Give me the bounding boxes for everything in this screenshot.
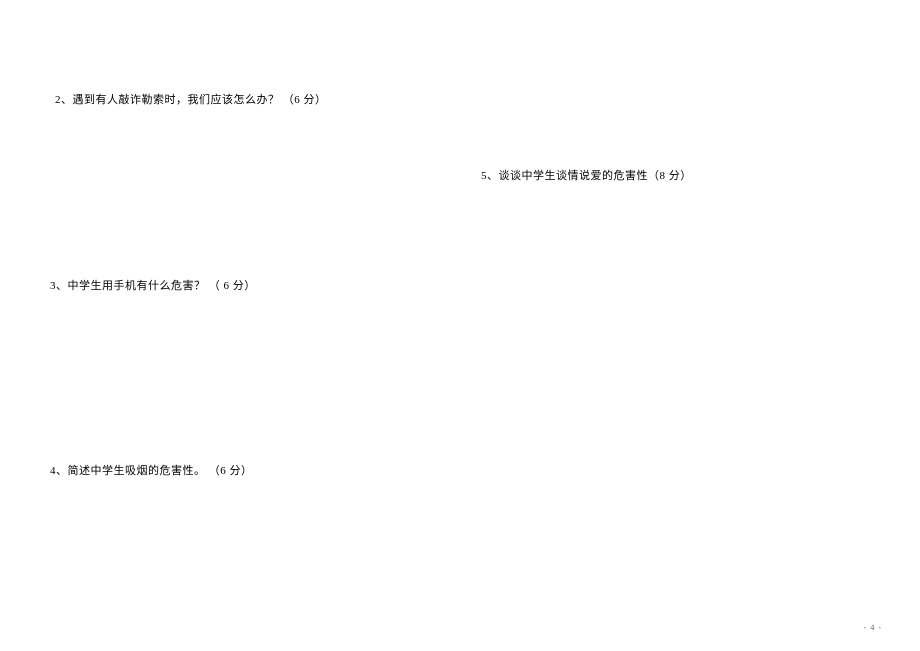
question-2: 2、遇到有人敲诈勒索时，我们应该怎么办？ （6 分）	[55, 91, 327, 107]
exam-page: 2、遇到有人敲诈勒索时，我们应该怎么办？ （6 分） 5、谈谈中学生谈情说爱的危…	[0, 0, 920, 651]
page-number: - 4 -	[864, 623, 882, 632]
question-4: 4、简述中学生吸烟的危害性。 （6 分）	[50, 462, 253, 478]
question-5: 5、谈谈中学生谈情说爱的危害性（8 分）	[481, 167, 692, 183]
question-3: 3、中学生用手机有什么危害？ （ 6 分）	[50, 277, 256, 293]
